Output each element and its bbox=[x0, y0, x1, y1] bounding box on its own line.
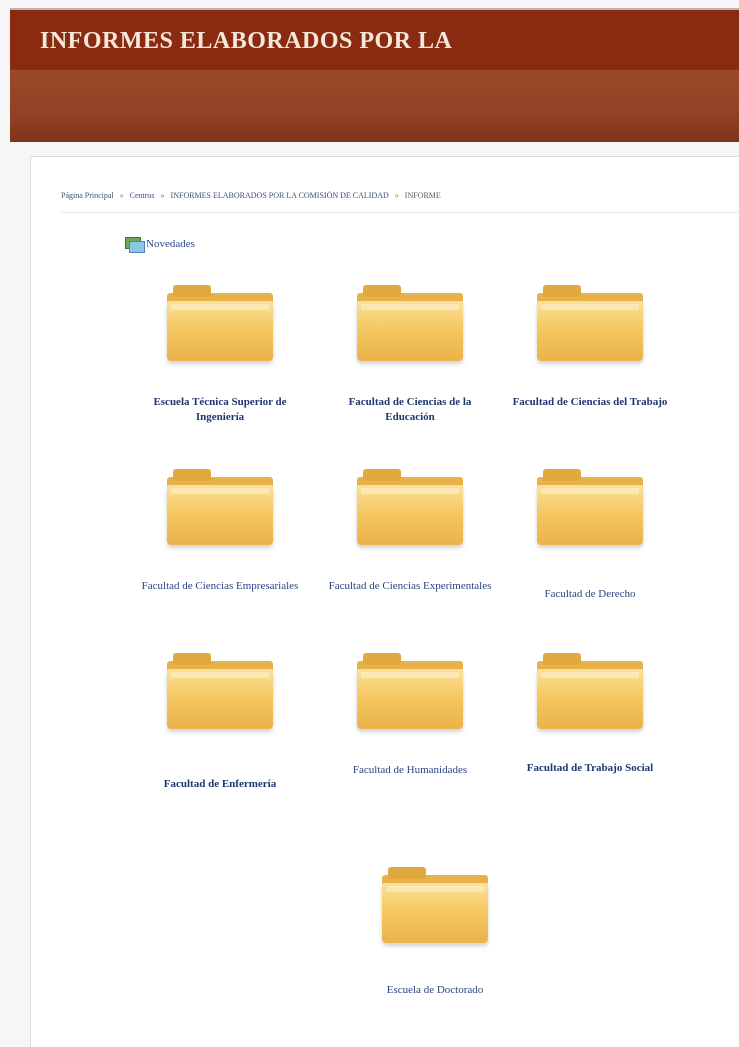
folder-label[interactable]: Facultad de Enfermería bbox=[130, 777, 310, 792]
folder-item[interactable]: Facultad de Ciencias del Trabajo bbox=[500, 285, 680, 410]
folder-label[interactable]: Facultad de Ciencias del Trabajo bbox=[500, 395, 680, 410]
folder-icon bbox=[167, 653, 273, 729]
folder-item[interactable]: Facultad de Ciencias Empresariales bbox=[130, 469, 310, 594]
folder-item[interactable]: Facultad de Ciencias Experimentales bbox=[320, 469, 500, 594]
folder-label[interactable]: Facultad de Ciencias de la Educación bbox=[320, 395, 500, 425]
folder-icon bbox=[357, 469, 463, 545]
folder-item[interactable]: Facultad de Humanidades bbox=[320, 653, 500, 778]
folder-icon bbox=[167, 469, 273, 545]
folder-icon bbox=[537, 469, 643, 545]
folder-item[interactable]: Facultad de Trabajo Social bbox=[500, 653, 680, 776]
folder-label[interactable]: Escuela de Doctorado bbox=[345, 983, 525, 998]
folder-item[interactable]: Facultad de Enfermería bbox=[130, 653, 310, 792]
main-content: Página Principal » Centros » INFORMES EL… bbox=[30, 156, 739, 1047]
folder-label[interactable]: Facultad de Humanidades bbox=[320, 763, 500, 778]
folder-icon bbox=[537, 285, 643, 361]
folder-label[interactable]: Facultad de Ciencias Empresariales bbox=[130, 579, 310, 594]
folder-label[interactable]: Facultad de Derecho bbox=[500, 587, 680, 602]
folder-grid: Escuela Técnica Superior de Ingeniería F… bbox=[31, 157, 739, 1047]
site-header: INFORMES ELABORADOS POR LA bbox=[10, 8, 739, 72]
folder-item[interactable]: Escuela de Doctorado bbox=[345, 867, 525, 998]
folder-icon bbox=[357, 653, 463, 729]
folder-label[interactable]: Facultad de Trabajo Social bbox=[500, 761, 680, 776]
folder-label[interactable]: Escuela Técnica Superior de Ingeniería bbox=[130, 395, 310, 425]
folder-label[interactable]: Facultad de Ciencias Experimentales bbox=[320, 579, 500, 594]
folder-icon bbox=[167, 285, 273, 361]
header-band bbox=[10, 70, 739, 142]
folder-item[interactable]: Facultad de Ciencias de la Educación bbox=[320, 285, 500, 425]
folder-icon bbox=[357, 285, 463, 361]
folder-item[interactable]: Escuela Técnica Superior de Ingeniería bbox=[130, 285, 310, 425]
folder-item[interactable]: Facultad de Derecho bbox=[500, 469, 680, 602]
folder-icon bbox=[382, 867, 488, 943]
folder-icon bbox=[537, 653, 643, 729]
page-title: INFORMES ELABORADOS POR LA bbox=[40, 28, 453, 54]
